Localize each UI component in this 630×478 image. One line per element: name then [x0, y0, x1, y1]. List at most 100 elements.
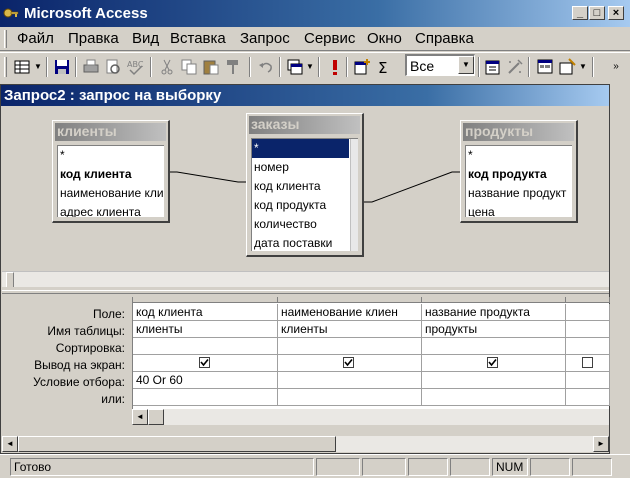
field-item[interactable]: адрес клиента — [58, 203, 164, 217]
toolbar-overflow-icon[interactable]: » — [612, 57, 620, 77]
field-item[interactable]: * — [252, 139, 349, 158]
cut-icon[interactable] — [157, 57, 177, 77]
field-item[interactable]: номер — [252, 158, 358, 177]
table-title[interactable]: клиенты — [55, 123, 166, 141]
grid-cell-sort[interactable] — [133, 338, 278, 355]
grid-cell-or[interactable] — [422, 389, 566, 406]
show-checkbox[interactable] — [343, 357, 354, 368]
field-item[interactable]: код продукта — [466, 165, 572, 184]
menu-file[interactable]: Файл — [15, 30, 56, 47]
field-item[interactable]: цена — [466, 203, 572, 217]
scroll-thumb[interactable] — [18, 436, 336, 452]
table-products[interactable]: продукты * код продукта название продукт… — [460, 120, 578, 223]
grid-cell-criteria[interactable] — [422, 372, 566, 389]
grid-cell-or[interactable] — [278, 389, 422, 406]
database-window-icon[interactable] — [535, 57, 555, 77]
save-icon[interactable] — [52, 57, 72, 77]
scroll-thumb[interactable] — [6, 272, 14, 287]
menu-insert[interactable]: Вставка — [168, 30, 228, 47]
field-item[interactable]: код продукта — [252, 196, 358, 215]
scroll-left-icon[interactable]: ◄ — [132, 409, 148, 425]
grid-cell-field[interactable]: название продукта — [422, 304, 566, 321]
new-object-dropdown-icon[interactable]: ▼ — [579, 57, 587, 77]
grid-cell-criteria[interactable] — [278, 372, 422, 389]
minimize-button[interactable]: _ — [572, 6, 588, 20]
scroll-left-icon[interactable]: ◄ — [2, 436, 18, 452]
toolbar-grip[interactable] — [4, 57, 7, 77]
pane-splitter[interactable] — [2, 290, 609, 294]
menu-view[interactable]: Вид — [130, 30, 161, 47]
column-selector[interactable] — [422, 297, 566, 303]
format-painter-icon[interactable] — [223, 57, 243, 77]
menu-query[interactable]: Запрос — [238, 30, 292, 47]
design-grid-cells[interactable]: код клиента клиенты 40 Or 60 наименовани… — [132, 297, 610, 409]
menu-grip[interactable] — [4, 30, 7, 48]
grid-cell-table[interactable]: продукты — [422, 321, 566, 338]
field-item[interactable]: дата поставки — [252, 234, 358, 251]
grid-cell-field[interactable] — [566, 304, 610, 321]
totals-icon[interactable]: Σ — [374, 57, 394, 77]
grid-cell-table[interactable]: клиенты — [133, 321, 278, 338]
grid-cell-criteria[interactable] — [566, 372, 610, 389]
copy-icon[interactable] — [179, 57, 199, 77]
field-item[interactable]: * — [58, 146, 164, 165]
field-item[interactable]: название продукт — [466, 184, 572, 203]
table-clients[interactable]: клиенты * код клиента наименование кли а… — [52, 120, 170, 223]
grid-cell-sort[interactable] — [278, 338, 422, 355]
spelling-icon[interactable]: ABC — [125, 57, 145, 77]
view-dropdown-icon[interactable]: ▼ — [34, 57, 42, 77]
menu-edit[interactable]: Правка — [66, 30, 121, 47]
scroll-right-icon[interactable]: ► — [593, 436, 609, 452]
query-window-title-bar[interactable]: Запрос2 : запрос на выборку — [1, 85, 609, 106]
grid-cell-or[interactable] — [133, 389, 278, 406]
field-item[interactable]: * — [466, 146, 572, 165]
grid-cell-or[interactable] — [566, 389, 610, 406]
grid-cell-table[interactable]: клиенты — [278, 321, 422, 338]
menu-help[interactable]: Справка — [413, 30, 476, 47]
print-preview-icon[interactable] — [103, 57, 123, 77]
top-values-combo[interactable]: Все ▼ — [405, 54, 475, 76]
grid-cell-field[interactable]: код клиента — [133, 304, 278, 321]
undo-icon[interactable] — [256, 57, 276, 77]
view-icon[interactable] — [12, 57, 32, 77]
field-list-scrollbar[interactable] — [350, 139, 358, 251]
print-icon[interactable] — [81, 57, 101, 77]
field-list[interactable]: * номер код клиента код продукта количес… — [251, 138, 358, 251]
table-pane-scrollbar[interactable] — [2, 271, 609, 287]
field-item[interactable]: код клиента — [252, 177, 358, 196]
properties-icon[interactable] — [483, 57, 503, 77]
window-hscrollbar[interactable]: ◄ ► — [2, 436, 609, 453]
grid-cell-sort[interactable] — [422, 338, 566, 355]
query-type-dropdown-icon[interactable]: ▼ — [306, 57, 314, 77]
table-pane[interactable]: клиенты * код клиента наименование кли а… — [2, 107, 609, 267]
table-title[interactable]: продукты — [463, 123, 574, 141]
table-orders[interactable]: заказы * номер код клиента код продукта … — [246, 113, 364, 257]
build-icon[interactable] — [505, 57, 525, 77]
field-item[interactable]: код клиента — [58, 165, 164, 184]
table-title[interactable]: заказы — [249, 116, 360, 134]
column-selector[interactable] — [133, 297, 278, 303]
query-type-icon[interactable] — [285, 57, 305, 77]
show-table-icon[interactable] — [352, 57, 372, 77]
column-selector[interactable] — [278, 297, 422, 303]
grid-cell-sort[interactable] — [566, 338, 610, 355]
grid-inner-scrollbar[interactable]: ◄ — [132, 409, 609, 425]
field-list[interactable]: * код продукта название продукт цена — [465, 145, 572, 217]
access-key-icon[interactable] — [3, 5, 19, 21]
grid-cell-field[interactable]: наименование клиен — [278, 304, 422, 321]
close-button[interactable]: × — [608, 6, 624, 20]
show-checkbox[interactable] — [582, 357, 593, 368]
show-checkbox[interactable] — [199, 357, 210, 368]
column-selector[interactable] — [566, 297, 610, 303]
menu-window[interactable]: Окно — [365, 30, 404, 47]
new-object-icon[interactable] — [557, 57, 577, 77]
grid-cell-criteria[interactable]: 40 Or 60 — [133, 372, 278, 389]
paste-icon[interactable] — [201, 57, 221, 77]
menu-tools[interactable]: Сервис — [302, 30, 357, 47]
maximize-button[interactable]: □ — [589, 6, 605, 20]
grid-cell-table[interactable] — [566, 321, 610, 338]
scroll-thumb[interactable] — [148, 409, 164, 425]
field-list[interactable]: * код клиента наименование кли адрес кли… — [57, 145, 164, 217]
field-item[interactable]: количество — [252, 215, 358, 234]
run-icon[interactable] — [325, 57, 345, 77]
